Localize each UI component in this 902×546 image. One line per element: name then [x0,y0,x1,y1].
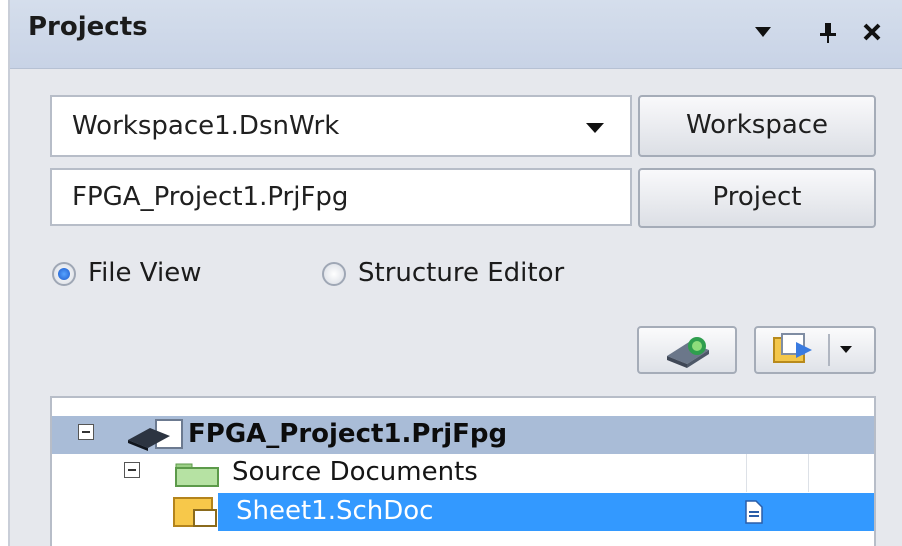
tree-node-source-documents[interactable]: Source Documents [52,454,874,492]
collapse-icon[interactable] [78,424,94,440]
tree-node-sheet1[interactable]: Sheet1.SchDoc [218,493,874,531]
project-options-dropdown-button[interactable] [754,326,876,374]
compile-project-icon [667,337,709,368]
pin-icon-graphic [820,23,836,43]
pin-icon[interactable] [818,22,838,49]
collapse-icon[interactable] [124,462,140,478]
tree-node-sheet1-label: Sheet1.SchDoc [236,496,434,526]
workspace-select-value: Workspace1.DsnWrk [72,111,340,141]
close-icon-graphic [863,23,881,41]
project-button[interactable]: Project [638,168,876,228]
tree-node-source-documents-label: Source Documents [232,457,478,487]
tree-node-project[interactable]: FPGA_Project1.PrjFpg [52,416,874,454]
column-separator [746,454,747,492]
project-tree: FPGA_Project1.PrjFpg Source Documents Sh… [50,396,876,546]
tree-node-project-label: FPGA_Project1.PrjFpg [188,419,508,449]
project-field-value: FPGA_Project1.PrjFpg [72,182,349,212]
column-separator [808,454,809,492]
project-options-dropdown-icon [773,333,852,366]
dropdown-triangle-icon-graphic [755,27,771,37]
fpga-project-icon [128,419,183,451]
workspace-select[interactable]: Workspace1.DsnWrk [50,95,632,157]
compile-project-button[interactable] [637,326,737,374]
chevron-down-icon[interactable] [586,123,604,133]
folder-icon [175,463,219,487]
structure-editor-label[interactable]: Structure Editor [358,258,564,288]
structure-editor-radio[interactable] [322,262,346,286]
panel-title-bar: Projects [10,0,902,69]
dropdown-triangle-icon[interactable] [754,22,772,44]
file-view-radio[interactable] [52,262,76,286]
workspace-button[interactable]: Workspace [638,95,876,157]
panel-title: Projects [28,12,148,42]
projects-panel: Projects Workspace1.DsnWrk Workspace FPG… [8,0,902,546]
file-view-label[interactable]: File View [88,258,201,288]
project-field[interactable]: FPGA_Project1.PrjFpg [50,168,632,226]
schematic-doc-icon [173,497,217,527]
document-status-icon [745,500,763,524]
close-icon[interactable] [862,22,882,47]
